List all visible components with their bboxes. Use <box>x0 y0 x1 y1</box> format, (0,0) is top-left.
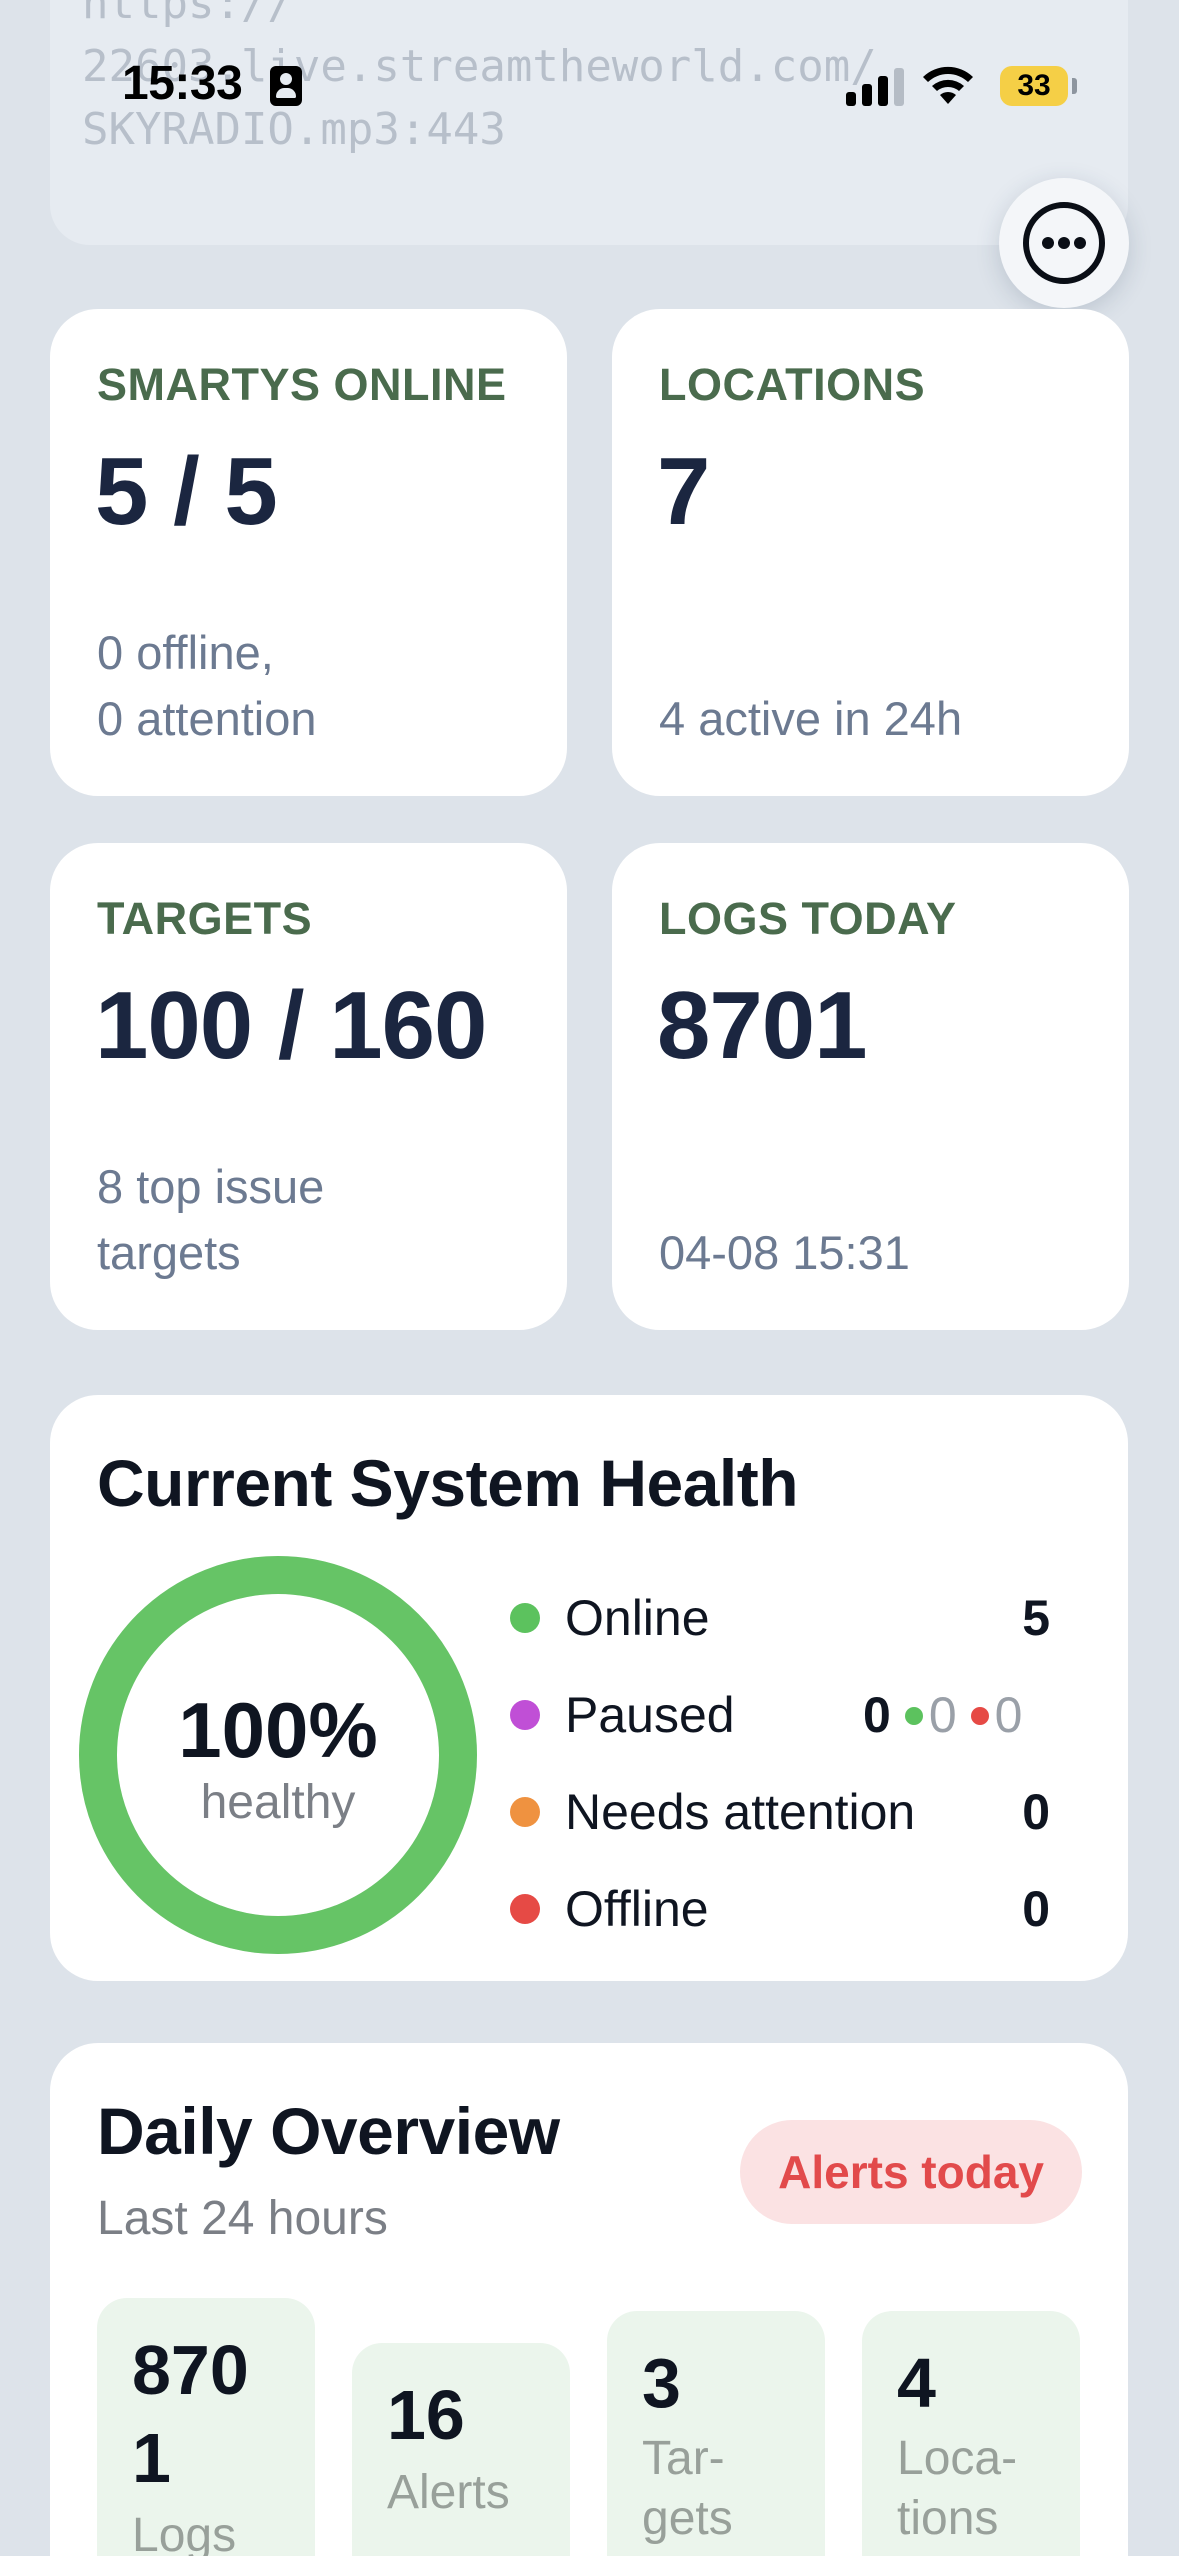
stat-value: 5 / 5 <box>95 438 278 545</box>
alerts-today-button[interactable]: Alerts today <box>740 2120 1082 2224</box>
smartys-online-card[interactable]: SMARTYS ONLINE 5 / 5 0 offline, 0 attenti… <box>50 309 567 796</box>
battery-cap <box>1072 78 1077 94</box>
stat-subtext: 4 active in 24h <box>659 692 963 745</box>
section-subtitle: Last 24 hours <box>97 2192 388 2245</box>
stat-subtext: 04-08 15:31 <box>659 1226 910 1279</box>
legend-paused: Paused 000 <box>510 1682 1070 1752</box>
cellular-signal-icon <box>846 66 906 106</box>
section-title: Daily Overview <box>97 2094 560 2168</box>
battery-icon: 33 <box>1000 66 1068 106</box>
health-percent: 100% <box>178 1686 378 1774</box>
stat-value: 7 <box>657 438 710 545</box>
paused-breakdown: 000 <box>863 1687 1023 1743</box>
offline-dot <box>510 1894 540 1924</box>
system-health-card: Current System Health 100% healthy Onlin… <box>50 1395 1128 1981</box>
online-dot <box>510 1603 540 1633</box>
stat-value: 8701 <box>657 972 868 1079</box>
logs-today-card[interactable]: LOGS TODAY 8701 04-08 15:31 <box>612 843 1129 1330</box>
more-options-button[interactable] <box>999 178 1129 308</box>
stat-label: SMARTYS ONLINE <box>97 359 507 410</box>
stat-label: LOGS TODAY <box>659 893 957 944</box>
daily-tile-alerts[interactable]: 16 Alerts <box>352 2343 570 2556</box>
ellipsis-circle-icon <box>1023 202 1105 284</box>
stat-label: TARGETS <box>97 893 313 944</box>
legend-needs-attention: Needs attention 0 <box>510 1779 1070 1849</box>
section-title: Current System Health <box>97 1446 799 1520</box>
stat-label: LOCATIONS <box>659 359 926 410</box>
daily-tile-targets[interactable]: 3 Tar- gets <box>607 2311 825 2556</box>
targets-card[interactable]: TARGETS 100 / 160 8 top issue targets <box>50 843 567 1330</box>
legend-offline: Offline 0 <box>510 1876 1070 1946</box>
daily-tile-locations[interactable]: 4 Loca- tions <box>862 2311 1080 2556</box>
stat-subtext: 8 top issue targets <box>97 1160 325 1279</box>
paused-dot <box>510 1700 540 1730</box>
stat-subtext: 0 offline, 0 attention <box>97 626 317 745</box>
stat-value: 100 / 160 <box>95 972 487 1079</box>
status-time: 15:33 <box>122 57 243 110</box>
wifi-icon <box>923 66 973 104</box>
contact-card-icon <box>270 66 302 106</box>
attention-dot <box>510 1797 540 1827</box>
daily-overview-card: Daily Overview Last 24 hours Alerts toda… <box>50 2043 1128 2556</box>
health-percent-label: healthy <box>200 1776 356 1829</box>
legend-online: Online 5 <box>510 1585 1070 1655</box>
daily-tile-logs[interactable]: 870 1 Logs <box>97 2298 315 2556</box>
locations-card[interactable]: LOCATIONS 7 4 active in 24h <box>612 309 1129 796</box>
